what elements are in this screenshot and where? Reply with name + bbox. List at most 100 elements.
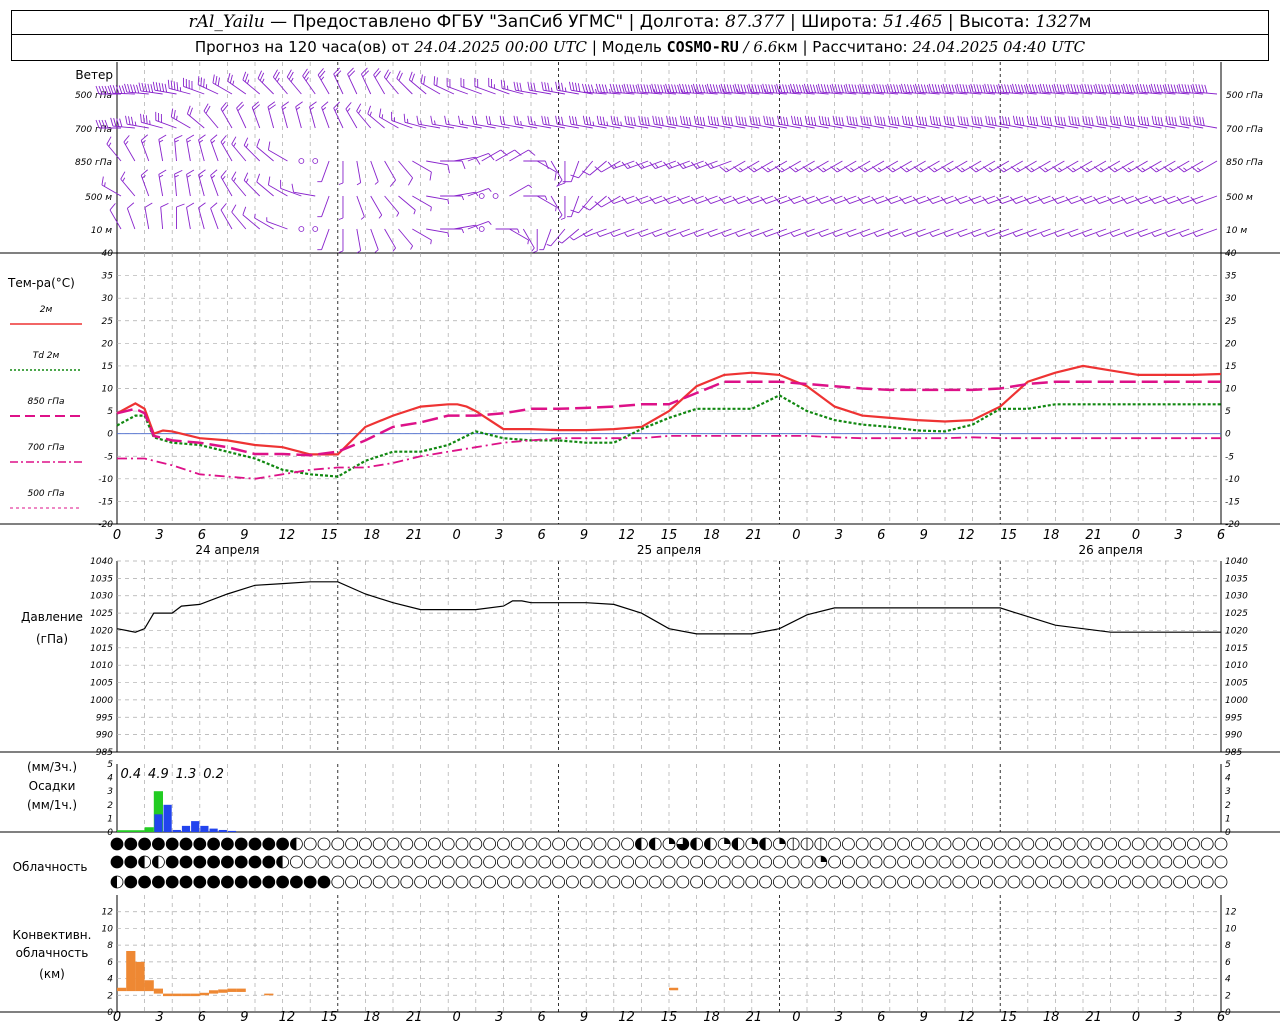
conv-cloud-bar <box>144 980 154 992</box>
wind-barb <box>125 115 149 129</box>
cloud-circle <box>496 875 510 889</box>
wind-barb-feather <box>1153 83 1157 93</box>
wind-barb <box>704 160 732 169</box>
wind-barb-half-feather <box>988 167 993 171</box>
wind-barb <box>378 108 399 129</box>
cloud-cover-symbol <box>1200 855 1214 869</box>
wind-barb-feather <box>1143 116 1147 126</box>
x-hour-tick: 0 <box>113 528 121 543</box>
wind-barb-feather <box>227 72 231 82</box>
wind-barb-feather <box>144 202 153 208</box>
wind-barb-feather <box>901 83 905 93</box>
wind-barb <box>370 160 379 185</box>
wind-barb-feather <box>1156 84 1160 93</box>
precip-panel-ytick-left: 5 <box>107 760 113 770</box>
cloud-circle <box>427 855 441 869</box>
wind-barb-feather <box>574 82 578 92</box>
cloud-cover-symbol <box>966 837 979 851</box>
conv-x-hour-tick: 6 <box>198 1010 206 1024</box>
cloud-circle <box>676 875 690 889</box>
wind-barb <box>210 169 219 197</box>
wind-barb-half-feather <box>369 111 372 116</box>
wind-barb-half-feather <box>322 107 327 111</box>
cloud-circle <box>911 855 924 869</box>
wind-barb-staff <box>210 175 219 197</box>
wind-barb-feather <box>1187 84 1191 93</box>
wind-barb-half-feather <box>985 232 989 237</box>
wind-barb-feather <box>979 84 983 93</box>
x-hour-tick: 21 <box>746 528 763 543</box>
wind-barb-half-feather <box>247 79 250 84</box>
wind-barb-half-feather <box>488 188 492 193</box>
wind-barb-feather <box>212 74 215 84</box>
wind-barb-feather <box>1112 83 1116 93</box>
wind-barb-feather <box>198 169 206 176</box>
cloud-cover-symbol <box>579 855 593 869</box>
x-hour-tick: 18 <box>1043 528 1060 543</box>
x-hour-tick: 15 <box>1000 528 1017 543</box>
wind-barb-half-feather <box>560 217 566 220</box>
wind-barb-feather <box>1034 84 1039 93</box>
wind-barb-feather <box>130 84 134 93</box>
wind-barb <box>220 203 233 230</box>
cloud-circle <box>1062 875 1076 889</box>
cloud-cover-symbol <box>552 837 565 851</box>
wind-barb-feather <box>1088 116 1091 126</box>
wind-barb-half-feather <box>668 163 673 168</box>
wind-barb-feather <box>663 84 667 94</box>
wind-barb-feather <box>1049 117 1053 126</box>
wind-barb-half-feather <box>1127 167 1132 171</box>
cloud-circle <box>676 855 690 869</box>
cloud-cover-symbol <box>1173 855 1186 869</box>
wind-barb-feather <box>1084 83 1088 93</box>
wind-barb-staff <box>212 82 233 95</box>
wind-barb-staff <box>412 160 432 173</box>
cloud-cover-symbol <box>386 855 400 869</box>
wind-barb-feather <box>601 84 605 93</box>
temp-panel-ytick-left: 15 <box>102 362 114 372</box>
cloud-cover-symbol <box>621 837 634 851</box>
wind-barb <box>1193 115 1218 129</box>
pressure-panel-ytick-left: 1010 <box>90 661 113 671</box>
temp-legend-label: 2м <box>40 305 53 315</box>
cloud-circle <box>1007 875 1021 889</box>
cloud-circle <box>276 875 290 889</box>
wind-barb-feather <box>1190 84 1194 94</box>
wind-barb-half-feather <box>654 163 659 168</box>
wind-barb-half-feather <box>199 139 204 144</box>
wind-barb-feather <box>873 83 877 93</box>
wind-barb-staff <box>286 76 302 95</box>
cloud-cover-symbol <box>400 855 414 869</box>
wind-barb-feather <box>743 84 747 93</box>
wind-barb-half-feather <box>338 182 344 185</box>
wind-calm-circle <box>312 226 319 232</box>
wind-barb-feather <box>721 115 725 125</box>
wind-barb-feather <box>776 83 780 93</box>
wind-barb-feather <box>896 117 900 126</box>
wind-barb-feather <box>823 84 827 93</box>
wind-barb-staff <box>561 228 580 244</box>
wind-barb-feather <box>782 84 786 93</box>
cloud-circle <box>455 837 469 851</box>
cloud-cover-symbol <box>1090 855 1104 869</box>
wind-barb-half-feather <box>682 163 687 168</box>
wind-barb-feather <box>130 116 134 126</box>
wind-barb-feather <box>980 117 983 126</box>
wind-barb <box>197 76 219 95</box>
wind-barb <box>1024 160 1051 173</box>
wind-barb-half-feather <box>620 121 622 126</box>
wind-barb-feather <box>637 83 641 93</box>
cloud-cover-symbol <box>427 855 441 869</box>
wind-barb <box>231 136 247 162</box>
cloud-circle <box>248 875 262 889</box>
wind-barb-feather <box>152 81 156 91</box>
wind-barb-feather <box>333 101 340 109</box>
wind-barb-feather <box>1134 84 1139 94</box>
cloud-cover-symbol <box>1159 875 1173 889</box>
cloud-circle <box>745 875 759 889</box>
wind-barb-feather <box>643 84 647 93</box>
wind-barb-half-feather <box>290 77 294 82</box>
cloud-circle <box>1159 855 1173 869</box>
wind-calm-circle <box>298 226 305 232</box>
wind-barb-staff <box>256 181 274 197</box>
